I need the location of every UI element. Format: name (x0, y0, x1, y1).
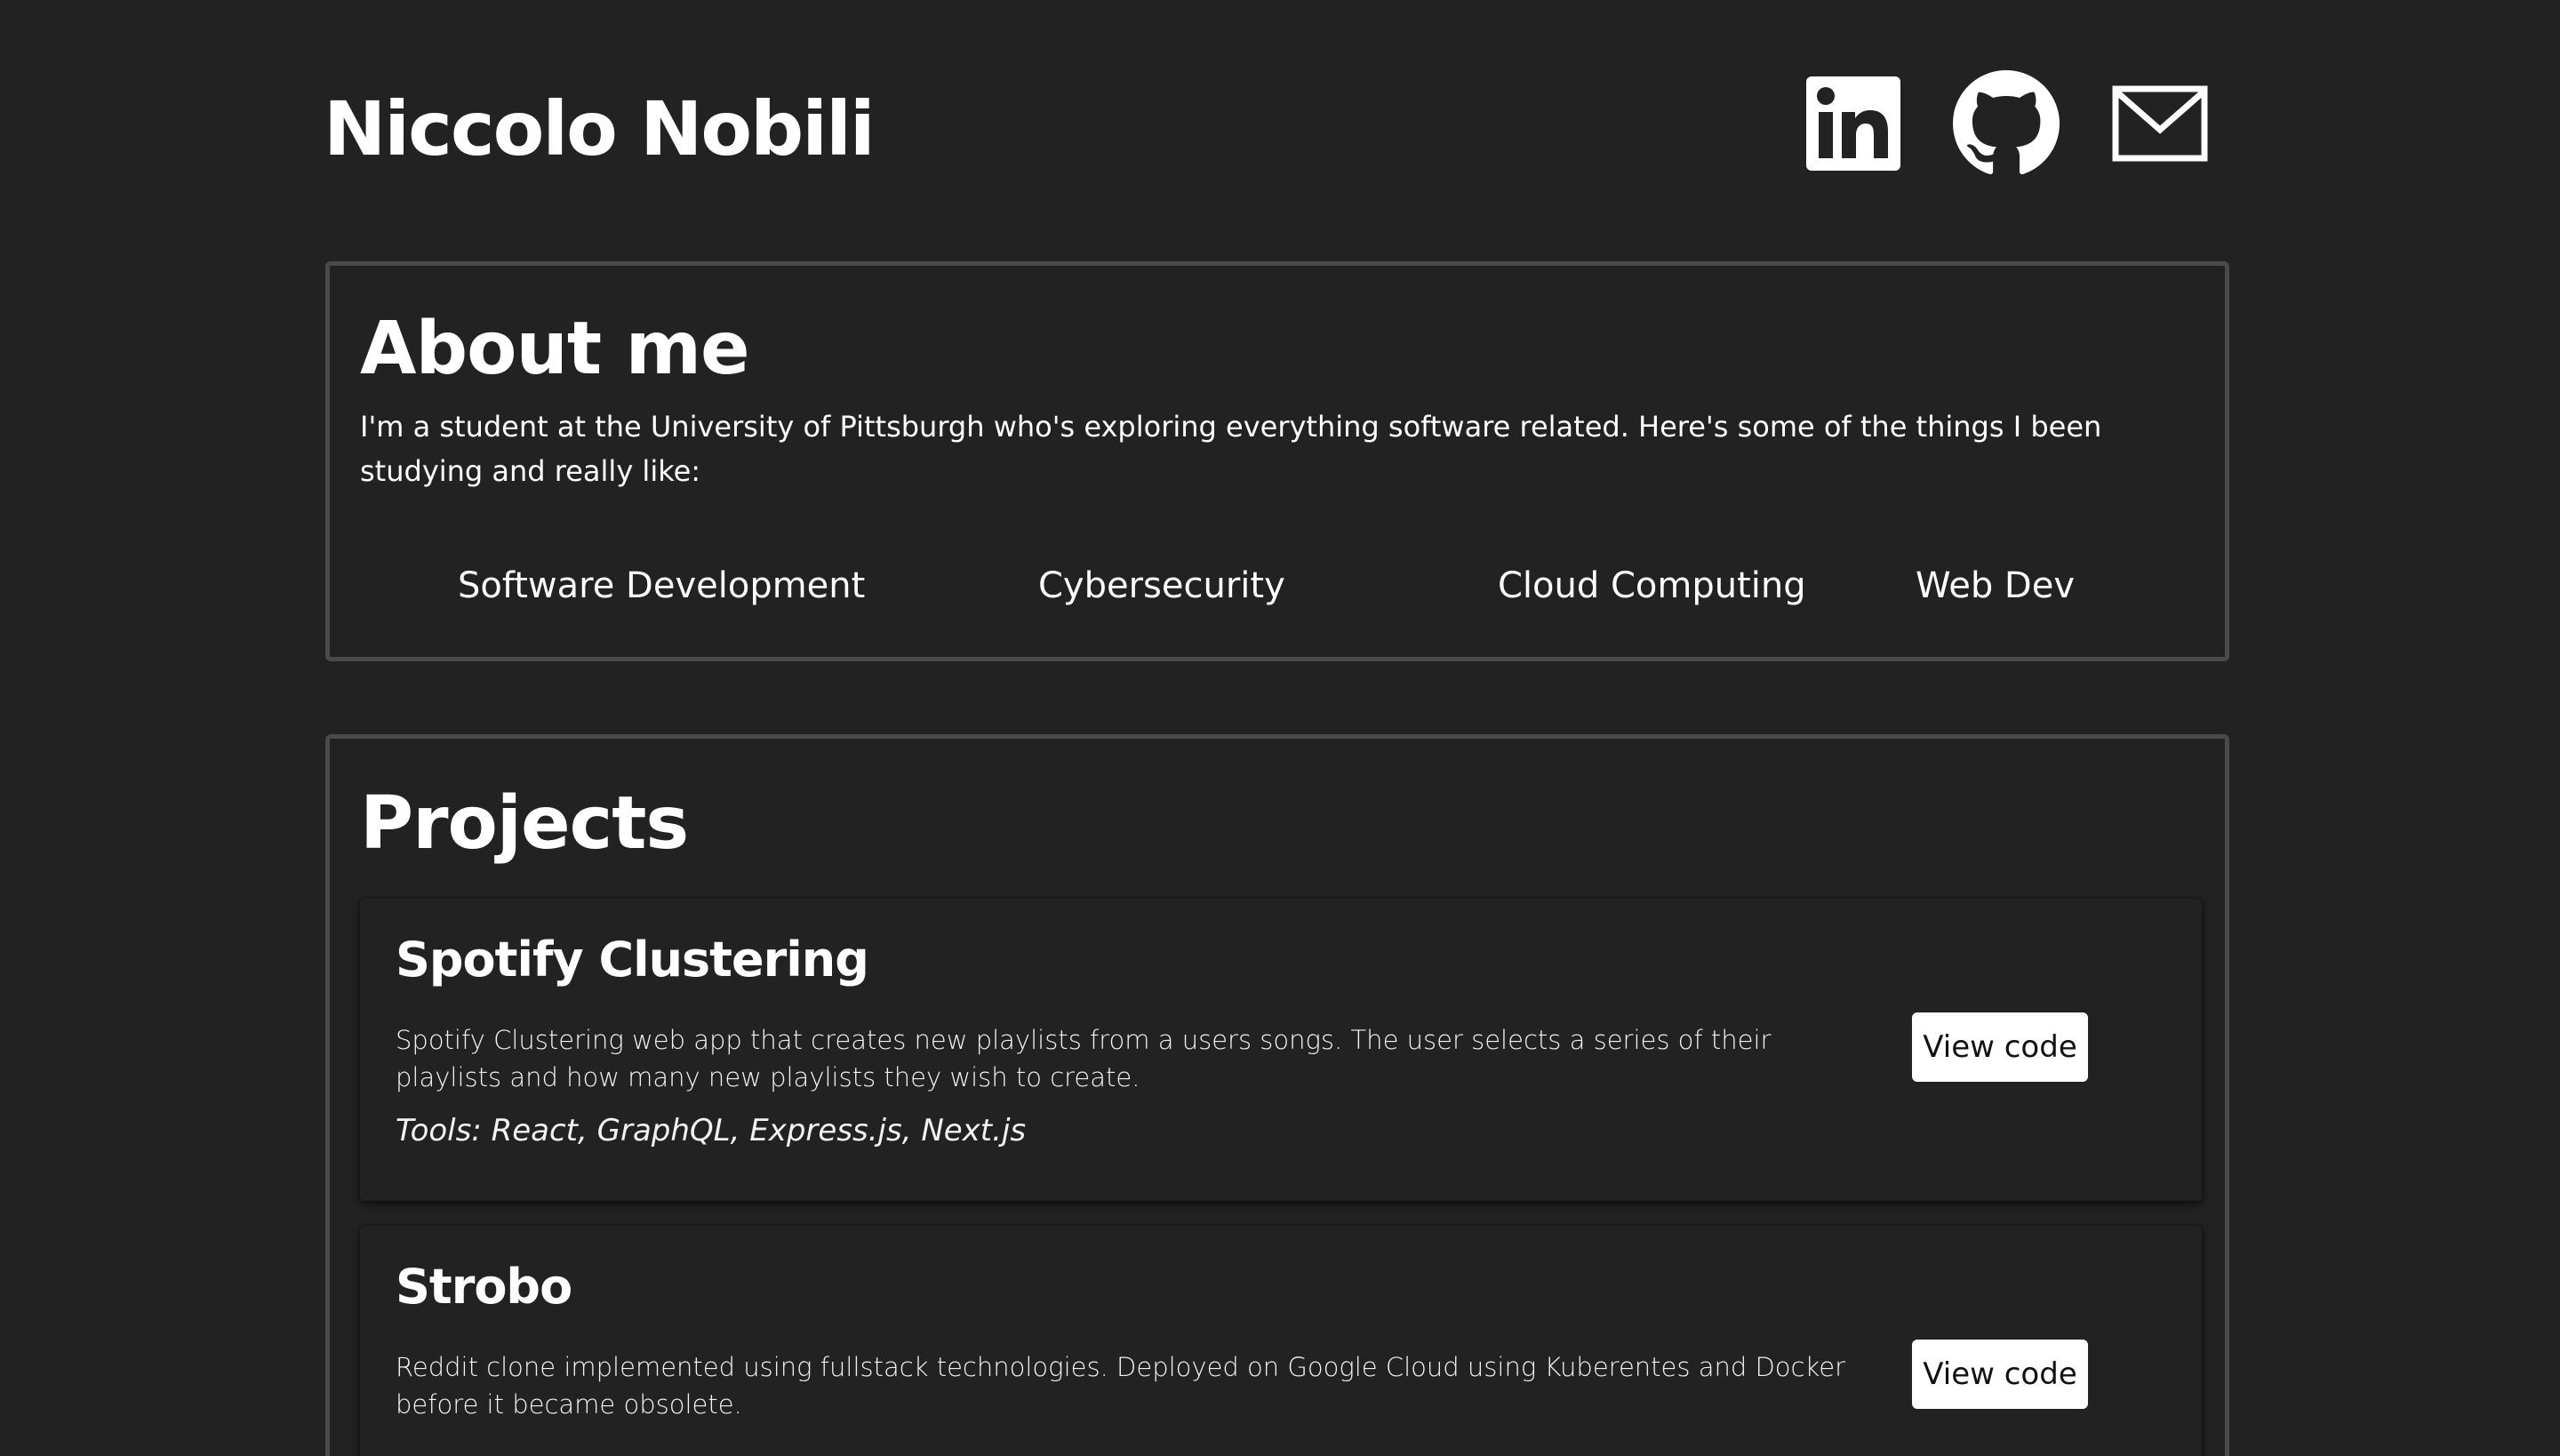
about-heading: About me (360, 307, 750, 391)
linkedin-icon (1806, 76, 1900, 171)
project-card: Spotify Clustering Spotify Clustering we… (360, 899, 2202, 1201)
interest-item: Software Development (458, 565, 866, 606)
project-description: Spotify Clustering web app that creates … (396, 1025, 1772, 1092)
about-section: About me I'm a student at the University… (325, 261, 2229, 661)
project-title: Spotify Clustering (396, 932, 869, 988)
interest-item: Cybersecurity (1038, 565, 1285, 606)
project-card: Strobo Reddit clone implemented using fu… (360, 1226, 2202, 1456)
interest-item: Cloud Computing (1498, 565, 1806, 606)
interests-list: Software Development Cybersecurity Cloud… (330, 559, 2225, 612)
email-link[interactable] (2110, 69, 2210, 178)
projects-section: Projects Spotify Clustering Spotify Clus… (325, 734, 2229, 1456)
site-title: Niccolo Nobili (324, 85, 876, 172)
project-title: Strobo (396, 1259, 572, 1315)
project-tools: Tools: React, GraphQL, Express.js, Next.… (396, 1108, 1026, 1153)
github-icon (1953, 70, 2060, 175)
page: Niccolo Nobili About me I'm a student at… (0, 0, 2560, 1456)
project-description: Reddit clone implemented using fullstack… (396, 1352, 1846, 1420)
linkedin-link[interactable] (1804, 69, 1902, 178)
about-text: I'm a student at the University of Pitts… (360, 410, 2102, 488)
projects-heading: Projects (360, 781, 689, 866)
view-code-button[interactable]: View code (1912, 1340, 2088, 1409)
interest-item: Web Dev (1916, 565, 2076, 606)
mail-icon (2112, 85, 2208, 162)
github-link[interactable] (1952, 69, 2060, 178)
tools-list: : React, GraphQL, Express.js, Next.js (471, 1113, 1027, 1148)
tools-label: Tools (396, 1113, 472, 1148)
view-code-button[interactable]: View code (1912, 1012, 2088, 1082)
